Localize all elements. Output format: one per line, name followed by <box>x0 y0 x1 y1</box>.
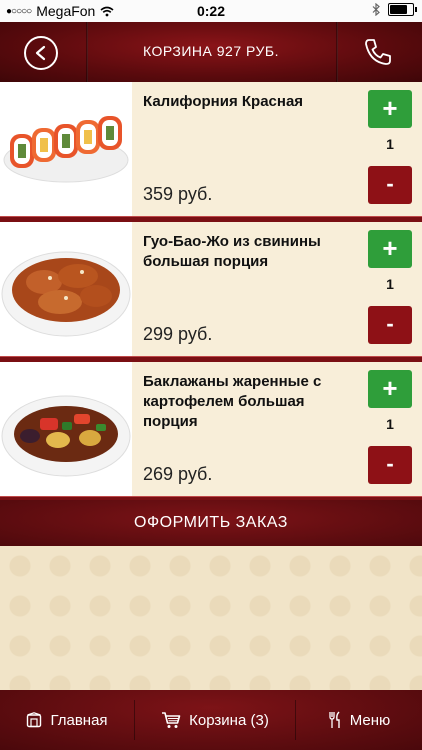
battery-icon <box>388 3 417 16</box>
home-icon <box>27 712 42 728</box>
tab-label: Меню <box>349 711 391 729</box>
cart-icon <box>162 712 181 728</box>
cutlery-icon <box>329 711 340 728</box>
item-photo-fried-eggplant <box>0 362 132 496</box>
app-header: КОРЗИНА 927 РУБ. <box>0 22 422 82</box>
item-price: 299 руб. <box>143 324 213 344</box>
increase-quantity-button[interactable]: + <box>368 90 412 128</box>
item-name: Гуо-Бао-Жо из свинины большая порция <box>143 233 321 270</box>
item-photo-guo-bao-zho <box>0 222 132 356</box>
item-price: 269 руб. <box>143 464 213 484</box>
header-separator <box>336 22 338 82</box>
increase-quantity-button[interactable]: + <box>368 230 412 268</box>
page-title: КОРЗИНА 927 РУБ. <box>142 43 280 59</box>
status-bar: ●○○○○ MegaFon 0:22 <box>0 0 422 22</box>
item-price: 359 руб. <box>143 184 213 204</box>
status-time: 0:22 <box>196 3 226 19</box>
item-name: Калифорния Красная <box>143 93 304 110</box>
tab-home[interactable]: Главная <box>0 690 134 750</box>
item-quantity: 1 <box>386 276 394 292</box>
item-quantity: 1 <box>386 416 394 432</box>
battery-level <box>390 5 407 14</box>
tab-menu[interactable]: Меню <box>296 690 422 750</box>
item-quantity: 1 <box>386 136 394 152</box>
tab-cart[interactable]: Корзина (3) <box>135 690 295 750</box>
decrease-quantity-button[interactable]: - <box>368 306 412 344</box>
cart-item: Баклажаны жаренные с картофелем большая … <box>0 362 422 496</box>
item-photo-california-roll <box>0 82 132 216</box>
tab-bar: Главная Корзина (3) Меню <box>0 690 422 750</box>
checkout-button[interactable]: ОФОРМИТЬ ЗАКАЗ <box>0 500 422 546</box>
cart-item: Гуо-Бао-Жо из свинины большая порция 299… <box>0 222 422 356</box>
decrease-quantity-button[interactable]: - <box>368 166 412 204</box>
tab-label: Главная <box>50 711 108 729</box>
call-button[interactable] <box>360 34 396 70</box>
tab-label: Корзина (3) <box>189 711 269 729</box>
decrease-quantity-button[interactable]: - <box>368 446 412 484</box>
bluetooth-icon <box>372 3 380 16</box>
cart-item: Калифорния Красная 359 руб. + 1 - <box>0 82 422 216</box>
background-pattern <box>0 546 422 690</box>
item-name: Баклажаны жаренные с картофелем большая … <box>143 373 322 430</box>
increase-quantity-button[interactable]: + <box>368 370 412 408</box>
phone-icon <box>365 39 391 65</box>
